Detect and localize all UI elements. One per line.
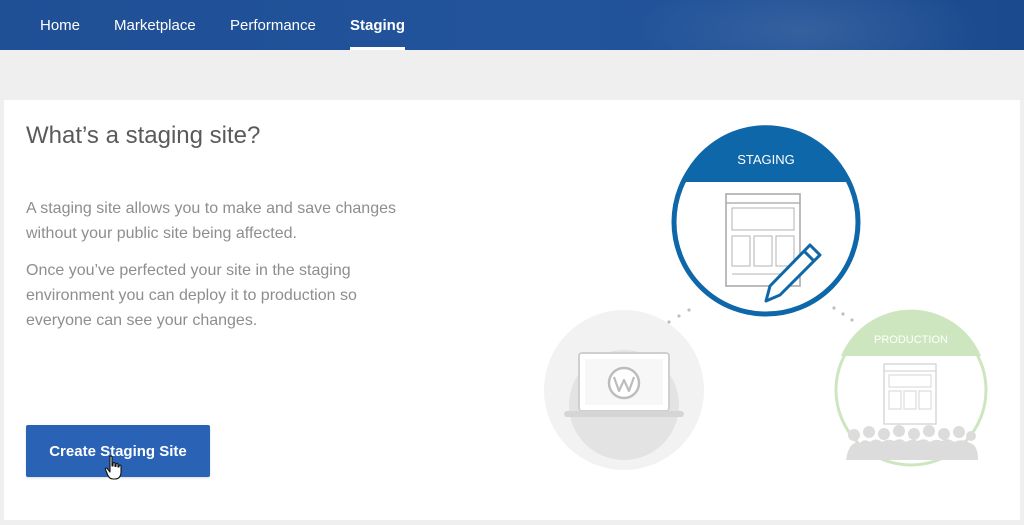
laptop-wordpress-icon xyxy=(544,310,704,470)
staging-info-card: What’s a staging site? A staging site al… xyxy=(4,100,1020,520)
nav-background-glow xyxy=(624,0,984,50)
staging-circle-label: STAGING xyxy=(737,152,795,167)
staging-webpage-pencil-icon: STAGING xyxy=(671,125,861,317)
nav-item-performance[interactable]: Performance xyxy=(230,0,316,50)
hand-cursor-icon xyxy=(104,455,122,480)
production-webpage-audience-icon: PRODUCTION xyxy=(834,309,988,467)
top-navigation: Home Marketplace Performance Staging xyxy=(0,0,1024,50)
nav-item-staging[interactable]: Staging xyxy=(350,0,405,50)
page-title: What’s a staging site? xyxy=(26,122,261,149)
staging-illustration: STAGING PRODUCTION xyxy=(544,125,988,470)
description-paragraph-2: Once you’ve perfected your site in the s… xyxy=(26,262,357,329)
nav-item-marketplace[interactable]: Marketplace xyxy=(114,0,196,50)
nav-item-home[interactable]: Home xyxy=(40,0,80,50)
production-circle-label: PRODUCTION xyxy=(874,334,948,346)
description-paragraph-1: A staging site allows you to make and sa… xyxy=(26,200,396,242)
